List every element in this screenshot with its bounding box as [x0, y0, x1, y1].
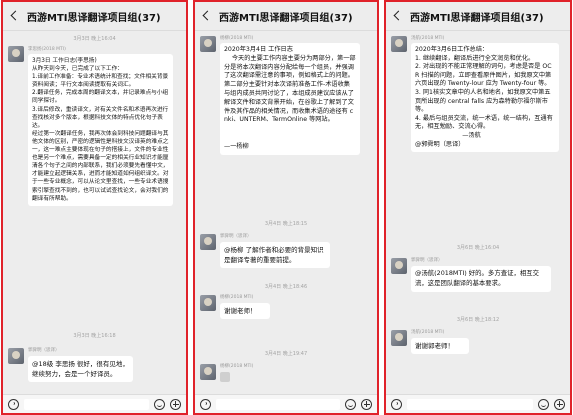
back-arrow-icon[interactable] — [9, 10, 21, 22]
message-text: 3月3日 工作日志(李思扬) 从昨天到今天，已完成了以下工作： 1.译前工作准备… — [32, 58, 169, 202]
emoji-icon[interactable] — [345, 398, 356, 410]
voice-icon[interactable] — [8, 398, 19, 410]
voice-icon[interactable] — [200, 398, 211, 410]
sender-name: 汤航(2018 MTI) — [411, 330, 445, 335]
message-bubble[interactable]: @18级 李思扬 很好，很有见地，继续努力，会是一个好译员。 — [28, 356, 133, 382]
avatar[interactable] — [200, 364, 216, 380]
emoji-icon[interactable] — [538, 398, 549, 410]
input-bar — [386, 394, 570, 413]
sender-name: 杨柳(2018 MTI) — [220, 364, 254, 369]
back-arrow-icon[interactable] — [392, 10, 404, 22]
message-bubble[interactable]: @汤航(2018MTI) 好的。多方查证，相互交流，这是团队翻译的基本要求。 — [411, 266, 551, 292]
message-list[interactable]: 汤航(2018 MTI) 2020年3月6日工作总结： 1. 继续翻译，翻译后进… — [386, 32, 570, 394]
message-bubble[interactable]: 3月3日 工作日志(李思扬) 从昨天到今天，已完成了以下工作： 1.译前工作准备… — [28, 54, 173, 206]
avatar[interactable] — [391, 258, 407, 274]
sender-name: 郭舜明（思译） — [220, 234, 252, 239]
message-text: 谢谢郭老师！ — [415, 342, 454, 350]
timestamp: 3月4日 晚上18:46 — [264, 284, 308, 290]
chat-panel-2: 西游MTI思译翻译项目组(37) 杨柳(2018 MTI) 2020年3月4日 … — [193, 0, 379, 415]
message-text: 2020年3月4日 工作日志 今天的主要工作内容主要分为两部分，第一部分是将本次… — [224, 46, 356, 150]
chat-header: 西游MTI思译翻译项目组(37) — [3, 2, 186, 31]
avatar[interactable] — [200, 36, 216, 52]
input-bar — [195, 394, 377, 413]
message-text: 2020年3月6日工作总结： 1. 继续翻译，翻译后进行全文润览和优化。 2. … — [415, 46, 553, 148]
message-text: @汤航(2018MTI) 好的。多方查证，相互交流，这是团队翻译的基本要求。 — [415, 269, 540, 287]
avatar[interactable] — [200, 295, 216, 311]
chat-panel-3: 西游MTI思译翻译项目组(37) 汤航(2018 MTI) 2020年3月6日工… — [384, 0, 572, 415]
sender-name: 李思扬(2018 MTI) — [28, 47, 66, 52]
chat-header: 西游MTI思译翻译项目组(37) — [195, 2, 377, 31]
timestamp: 3月6日 晚上18:12 — [456, 317, 500, 323]
chat-title: 西游MTI思译翻译项目组(37) — [410, 12, 544, 24]
message-bubble[interactable]: 谢谢老师！ — [220, 303, 270, 319]
message-input[interactable] — [407, 398, 533, 410]
timestamp: 3月6日 晚上16:04 — [456, 245, 500, 251]
sender-name: 杨柳(2018 MTI) — [220, 295, 254, 300]
sender-name: 郭舜明（思译） — [28, 348, 60, 353]
back-arrow-icon[interactable] — [201, 10, 213, 22]
message-bubble[interactable]: 谢谢郭老师！ — [411, 338, 469, 354]
message-bubble[interactable]: 2020年3月4日 工作日志 今天的主要工作内容主要分为两部分，第一部分是将本次… — [220, 43, 360, 155]
timestamp: 3月4日 晚上19:47 — [264, 351, 308, 357]
message-text: 谢谢老师！ — [224, 307, 257, 315]
chat-title: 西游MTI思译翻译项目组(37) — [219, 12, 353, 24]
message-list[interactable]: 杨柳(2018 MTI) 2020年3月4日 工作日志 今天的主要工作内容主要分… — [195, 32, 377, 394]
plus-icon[interactable] — [554, 398, 565, 410]
timestamp: 3月4日 晚上18:15 — [264, 221, 308, 227]
chat-title: 西游MTI思译翻译项目组(37) — [27, 12, 161, 24]
avatar[interactable] — [200, 234, 216, 250]
message-input[interactable] — [216, 398, 340, 410]
message-bubble[interactable]: @杨柳 了解作者和必要的背景知识是翻译专著的重要前提。 — [220, 242, 330, 268]
timestamp: 3月3日 晚上16:04 — [73, 36, 116, 42]
message-list[interactable]: 3月3日 晚上16:04 李思扬(2018 MTI) 3月3日 工作日志(李思扬… — [3, 32, 186, 394]
message-bubble[interactable]: 2020年3月6日工作总结： 1. 继续翻译，翻译后进行全文润览和优化。 2. … — [411, 43, 559, 153]
timestamp: 3月3日 晚上16:18 — [73, 333, 116, 339]
input-bar — [3, 394, 186, 413]
avatar[interactable] — [8, 348, 24, 364]
avatar[interactable] — [391, 330, 407, 346]
chat-panel-1: 西游MTI思译翻译项目组(37) 3月3日 晚上16:04 李思扬(2018 M… — [1, 0, 188, 415]
plus-icon[interactable] — [361, 398, 372, 410]
sender-name: 汤航(2018 MTI) — [411, 36, 445, 41]
avatar[interactable] — [8, 46, 24, 62]
image-message[interactable] — [220, 372, 230, 382]
sender-name: 郭舜明（思译） — [411, 258, 443, 263]
chat-header: 西游MTI思译翻译项目组(37) — [386, 2, 570, 31]
sender-name: 杨柳(2018 MTI) — [220, 36, 254, 41]
emoji-icon[interactable] — [154, 398, 165, 410]
voice-icon[interactable] — [391, 398, 402, 410]
message-text: @18级 李思扬 很好，很有见地，继续努力，会是一个好译员。 — [32, 360, 129, 378]
message-text: @杨柳 了解作者和必要的背景知识是翻译专著的重要前提。 — [224, 246, 324, 264]
message-input[interactable] — [24, 398, 149, 410]
avatar[interactable] — [391, 36, 407, 52]
plus-icon[interactable] — [170, 398, 181, 410]
